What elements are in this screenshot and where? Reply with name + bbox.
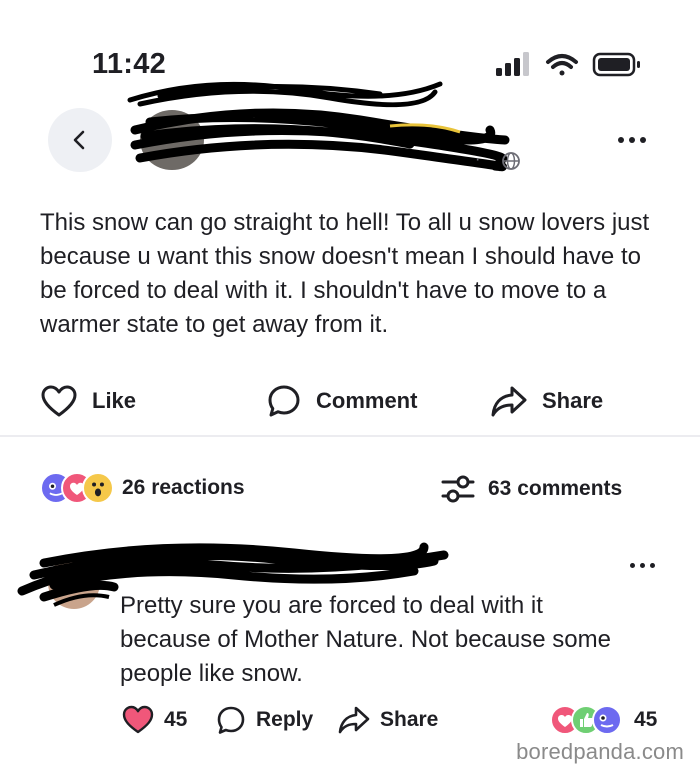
comment-bubble-icon [268, 385, 300, 417]
comment-share-button[interactable]: Share [338, 700, 438, 740]
reply-button[interactable]: Reply [216, 700, 313, 740]
more-options-button[interactable] [612, 130, 652, 150]
reactions-count: 26 reactions [122, 476, 245, 499]
reaction-wow-icon [82, 472, 114, 504]
comments-count: 63 comments [488, 477, 623, 500]
comment-more-options-button[interactable] [622, 557, 662, 573]
comment-label: Comment [316, 388, 418, 413]
watermark: boredpanda.com [516, 739, 684, 764]
battery-icon [592, 52, 640, 77]
post-header: · [0, 100, 700, 190]
sort-filter-icon [441, 475, 475, 503]
reaction-care-icon [592, 705, 622, 735]
status-icons [496, 52, 640, 77]
chevron-left-icon [73, 130, 85, 150]
heart-icon [41, 385, 77, 417]
reply-bubble-icon [217, 706, 245, 734]
like-label: Like [92, 388, 137, 413]
comment-reactions-summary[interactable]: 45 [550, 700, 657, 740]
post-summary: 26 reactions 63 comments [0, 468, 700, 510]
reaction-icons [40, 472, 114, 504]
comment-share-label: Share [380, 708, 439, 731]
heart-filled-icon [122, 705, 154, 734]
comments-summary[interactable]: 63 comments [440, 472, 622, 506]
share-arrow-icon [491, 386, 527, 417]
svg-text:·: · [475, 151, 480, 168]
comment-like-button[interactable]: 45 [122, 700, 187, 740]
section-divider [0, 435, 700, 437]
back-button[interactable] [48, 108, 112, 172]
reply-label: Reply [256, 708, 314, 731]
comment-reaction-count: 45 [634, 708, 658, 731]
cellular-signal-icon [496, 52, 529, 76]
comment-text: Pretty sure you are forced to deal with … [120, 592, 611, 687]
comment-reaction-icons [550, 705, 624, 735]
share-button[interactable]: Share [490, 378, 603, 424]
author-redacted: · [130, 108, 510, 172]
comment-button[interactable]: Comment [266, 378, 417, 424]
status-bar: 11:42 [0, 0, 700, 108]
post-action-bar: Like Comment Share [0, 378, 700, 424]
comment-like-count: 45 [164, 708, 188, 731]
share-label: Share [542, 388, 604, 413]
globe-icon [502, 152, 520, 170]
post-text: This snow can go straight to hell! To al… [40, 209, 650, 338]
comment-item: Pretty sure you are forced to deal with … [0, 535, 700, 715]
wifi-icon [546, 54, 578, 76]
like-button[interactable]: Like [40, 378, 136, 424]
comment-action-bar: 45 Reply Share 45 [0, 700, 700, 740]
share-arrow-icon [338, 706, 370, 734]
reactions-summary[interactable]: 26 reactions [40, 472, 245, 504]
